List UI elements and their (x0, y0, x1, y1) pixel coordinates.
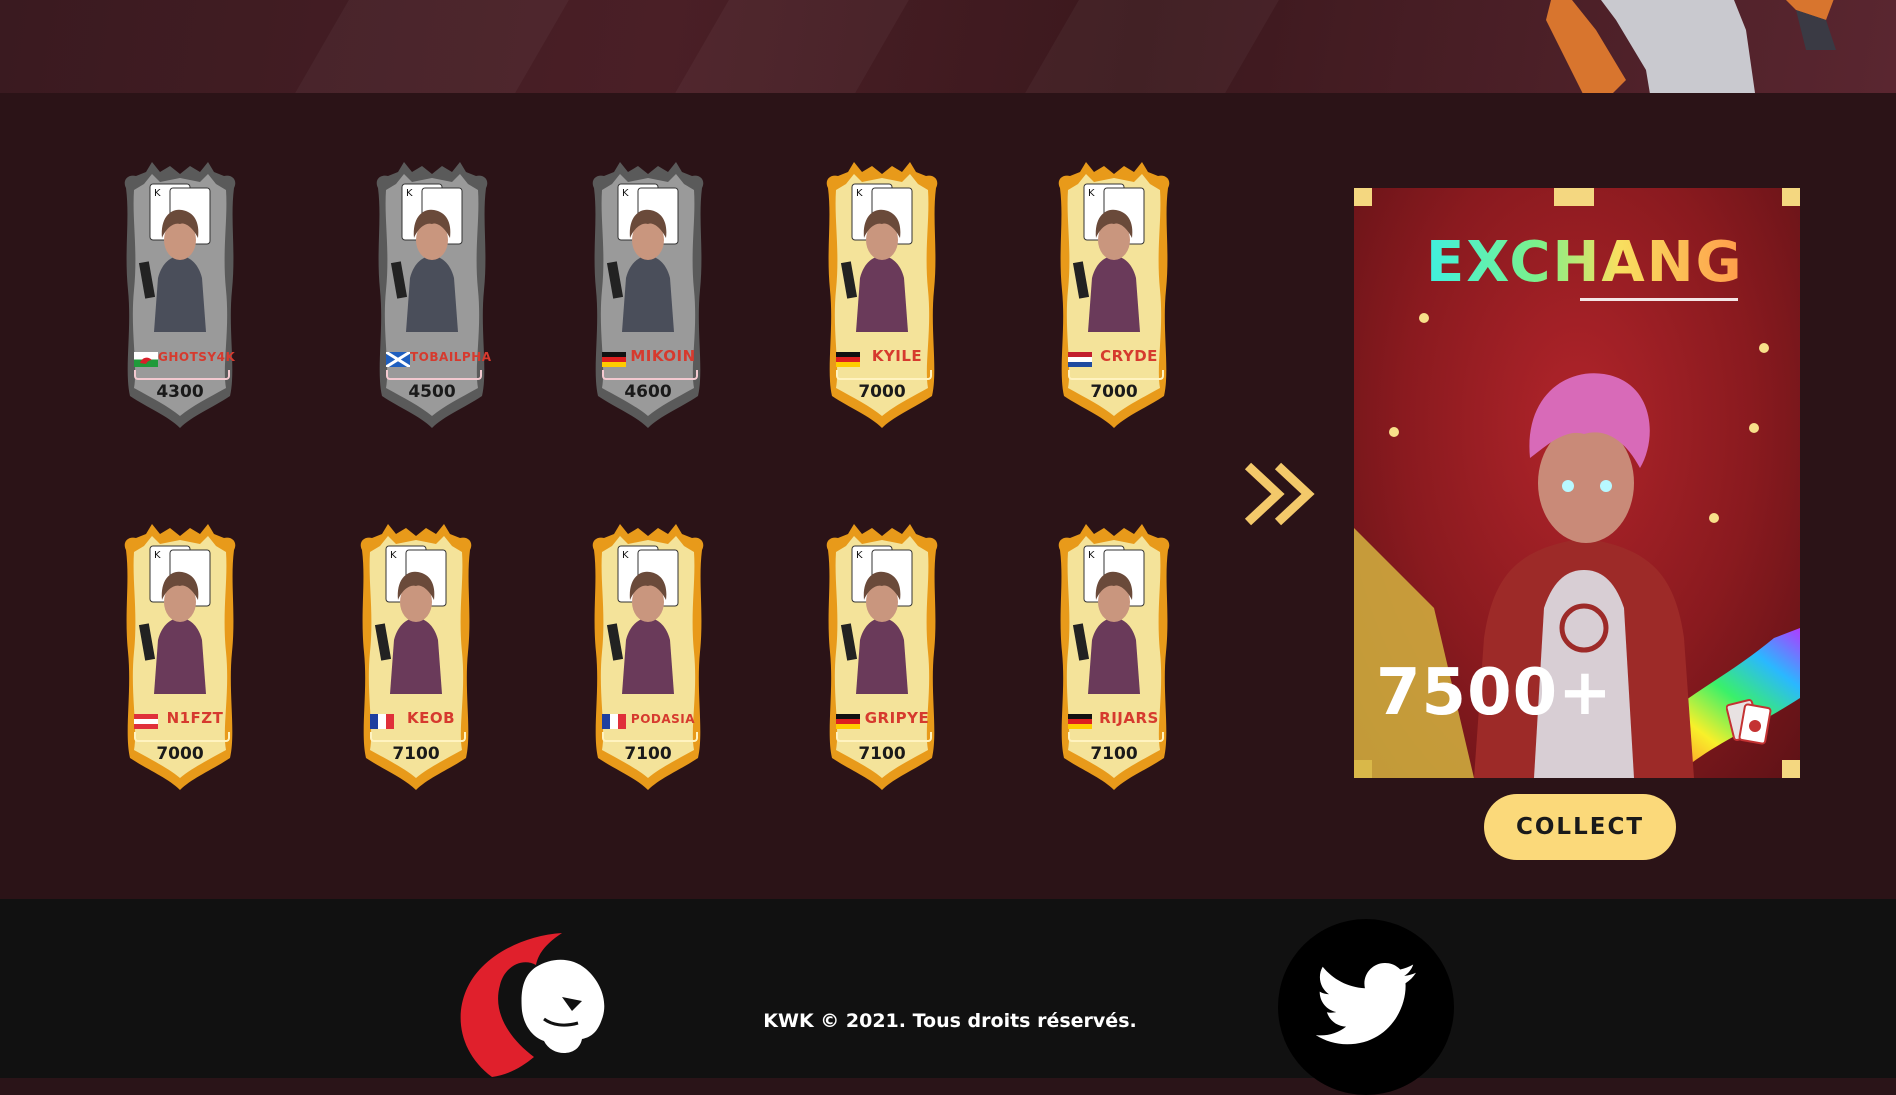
germany-flag-icon (836, 352, 860, 367)
scotland-flag-icon (386, 352, 410, 367)
double-chevron-right-icon (1244, 462, 1315, 526)
skin-portrait: K (138, 183, 211, 332)
skin-card[interactable]: K RIJARS 7100 (1046, 522, 1182, 792)
card-price: 7100 (624, 744, 672, 764)
corner-marker (1554, 188, 1594, 206)
player-name: GRIPYE (864, 709, 930, 727)
player-name: RIJARS (1099, 709, 1159, 727)
corner-marker (1782, 188, 1800, 206)
name-underline (836, 732, 932, 742)
skin-card[interactable]: K KEOB 7100 (348, 522, 484, 792)
card-price: 4300 (156, 382, 204, 402)
exchange-title: EXCHANGE (1426, 230, 1784, 295)
card-price: 7000 (858, 382, 906, 402)
name-underline (1068, 370, 1164, 380)
lion-logo-icon (460, 933, 605, 1077)
card-price: 7100 (392, 744, 440, 764)
player-name: CRYDE (1100, 347, 1158, 365)
hero-banner (0, 0, 1896, 93)
name-underline (602, 732, 698, 742)
skin-portrait: K (840, 545, 913, 694)
name-underline (602, 370, 698, 380)
exchange-amount: 7500+ (1376, 656, 1613, 730)
card-price: 7100 (858, 744, 906, 764)
france-flag-icon (370, 714, 394, 729)
player-name: KYILE (871, 347, 923, 365)
germany-flag-icon (602, 352, 626, 367)
skin-portrait: K (1072, 545, 1145, 694)
card-price: 4500 (408, 382, 456, 402)
skin-portrait: K (606, 545, 679, 694)
skin-card[interactable]: K PODASIA 7100 (580, 522, 716, 792)
wales-flag-icon (134, 352, 158, 367)
name-underline (1068, 732, 1164, 742)
name-underline (370, 732, 466, 742)
title-underline (1580, 298, 1738, 301)
collect-button[interactable]: COLLECT (1484, 794, 1676, 860)
skin-card[interactable]: K GRIPYE 7100 (814, 522, 950, 792)
copyright-text: KWK © 2021. Tous droits réservés. (763, 1010, 1137, 1032)
player-name: TOBAILPHA (410, 350, 492, 364)
card-price: 7000 (156, 744, 204, 764)
player-name: KEOB (406, 709, 456, 727)
player-name: MIKOIN (630, 347, 696, 365)
exchange-card: EXCHANGE 7500+ (1354, 188, 1800, 778)
name-underline (836, 370, 932, 380)
germany-flag-icon (1068, 714, 1092, 729)
playing-cards-icon (1726, 699, 1772, 745)
germany-flag-icon (836, 714, 860, 729)
card-price: 7100 (1090, 744, 1138, 764)
austria-flag-icon (134, 714, 158, 729)
footer: KWK © 2021. Tous droits réservés. (0, 899, 1896, 1095)
skin-card[interactable]: K TOBAILPHA 4500 (364, 160, 500, 430)
twitter-link[interactable] (1278, 919, 1454, 1095)
corner-marker (1354, 188, 1372, 206)
card-price: 7000 (1090, 382, 1138, 402)
skin-portrait: K (390, 183, 463, 332)
france-flag-icon (602, 714, 626, 729)
name-underline (134, 370, 230, 380)
player-name: GHOTSY4K (158, 350, 236, 364)
skin-card[interactable]: K KYILE 7000 (814, 160, 950, 430)
skin-portrait: K (138, 545, 211, 694)
netherlands-flag-icon (1068, 352, 1092, 367)
skin-portrait: K (374, 545, 447, 694)
hero-character-illustration (1546, 0, 1836, 93)
twitter-icon (1316, 963, 1416, 1045)
player-name: N1FZT (166, 709, 224, 727)
skin-card[interactable]: K MIKOIN 4600 (580, 160, 716, 430)
card-price: 4600 (624, 382, 672, 402)
name-underline (134, 732, 230, 742)
skin-card[interactable]: K CRYDE 7000 (1046, 160, 1182, 430)
skin-portrait: K (606, 183, 679, 332)
name-underline (386, 370, 482, 380)
skin-card[interactable]: K GHOTSY4K 4300 (112, 160, 248, 430)
skin-card[interactable]: K N1FZT 7000 (112, 522, 248, 792)
skin-portrait: K (840, 183, 913, 332)
skin-portrait: K (1072, 183, 1145, 332)
player-name: PODASIA (630, 712, 696, 726)
